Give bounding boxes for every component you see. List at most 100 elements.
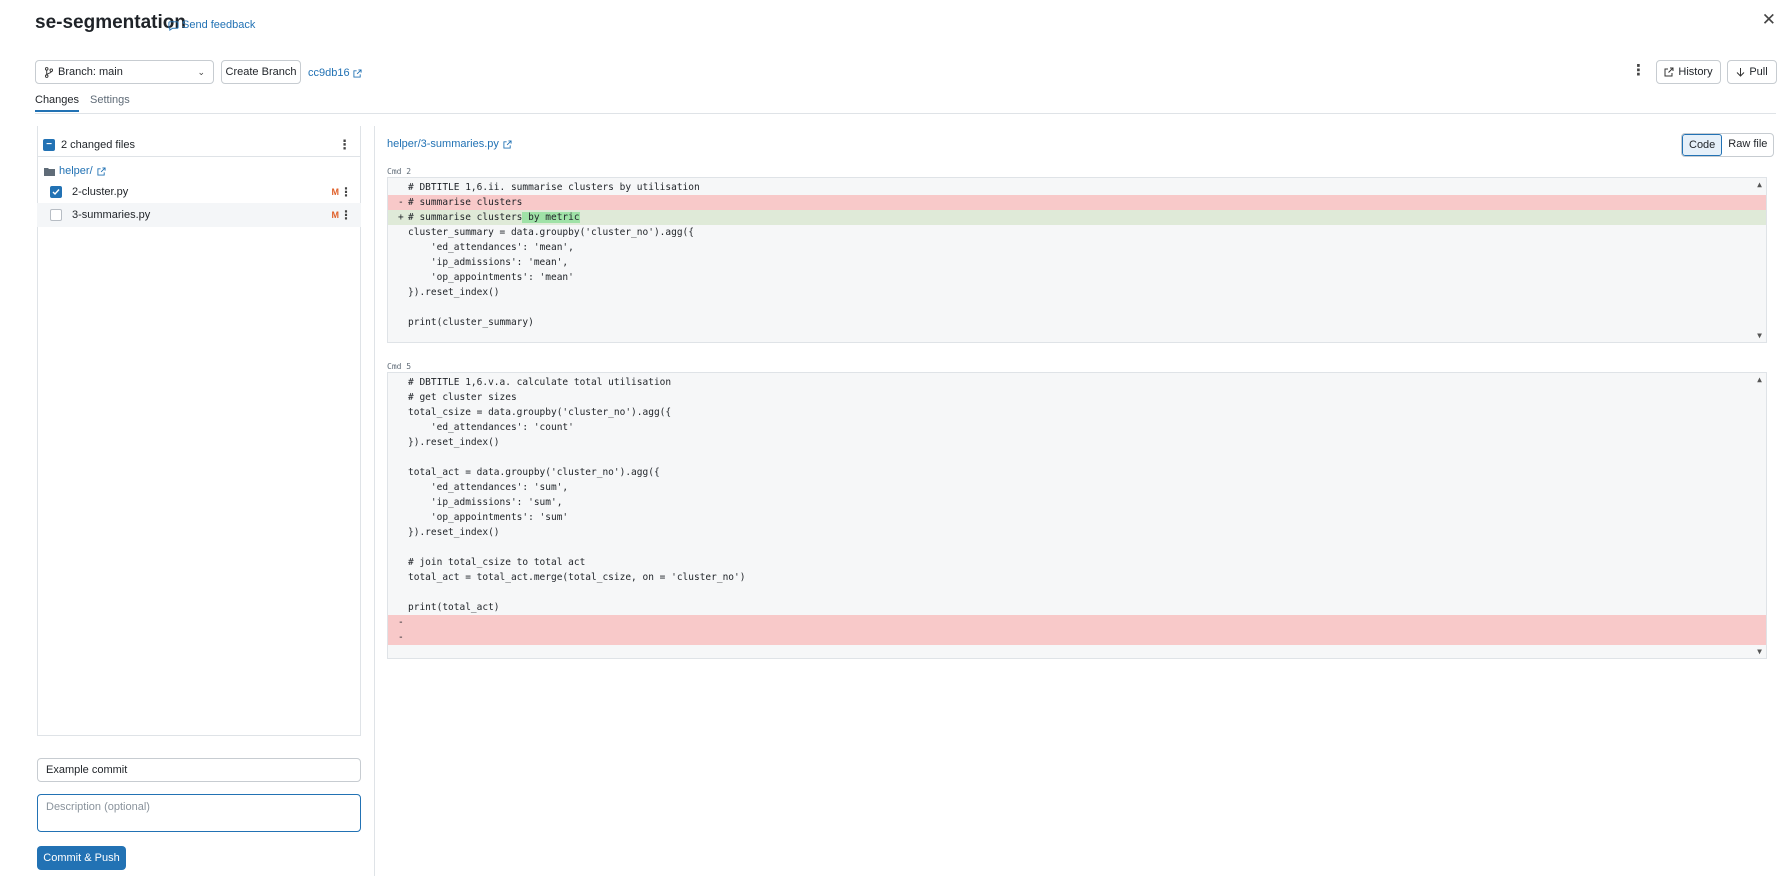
code-line: - [388,615,1766,630]
code-line: + # summarise clusters by metric [388,210,1766,225]
branch-select[interactable]: Branch: main ⌄ [35,60,214,84]
code-text: # summarise clusters [408,197,523,208]
external-link-icon [97,166,106,176]
external-link-icon [503,139,512,149]
pull-button[interactable]: Pull [1727,60,1777,84]
code-text: # get cluster sizes [408,392,517,403]
more-options-icon[interactable]: ⋮ [338,138,351,151]
git-branch-icon [44,66,54,78]
code-line: # join total_csize to total act [388,555,1766,570]
code-text: total_act = total_act.merge(total_csize,… [408,572,746,583]
panel-divider [374,126,375,876]
commit-push-button[interactable]: Commit & Push [37,846,126,870]
code-line: total_act = total_act.merge(total_csize,… [388,570,1766,585]
scroll-down-icon[interactable]: ▼ [1757,647,1762,656]
code-line: total_act = data.groupby('cluster_no').a… [388,465,1766,480]
code-line: - # summarise clusters [388,195,1766,210]
addition-marker: + [398,212,404,223]
view-mode-code[interactable]: Code [1682,134,1723,156]
code-text: print(cluster_summary) [408,317,534,328]
commit-hash-label: cc9db16 [308,67,350,79]
speech-bubble-icon [168,20,179,31]
folder-icon [44,167,55,176]
diff-cell: # DBTITLE 1,6.v.a. calculate total utili… [387,372,1767,659]
checkmark-icon [52,189,60,196]
diff-file-path-link[interactable]: helper/3-summaries.py [387,138,512,150]
history-button[interactable]: History [1656,60,1721,84]
create-branch-button[interactable]: Create Branch [221,60,301,84]
code-line: cluster_summary = data.groupby('cluster_… [388,225,1766,240]
code-text: 'op_appointments': 'sum' [408,512,569,523]
code-line: }).reset_index() [388,435,1766,450]
file-name: 2-cluster.py [72,186,129,198]
code-line: print(total_act) [388,600,1766,615]
file-name: 3-summaries.py [72,209,151,221]
file-row-3-summaries[interactable]: 3-summaries.py M ⋮ [37,203,361,227]
code-text: 'ed_attendances': 'count' [408,422,574,433]
external-link-icon [1664,67,1674,77]
view-mode-raw-file[interactable]: Raw file [1722,134,1773,156]
code-text: }).reset_index() [408,437,500,448]
arrow-down-icon [1736,68,1745,77]
file-row-2-cluster[interactable]: 2-cluster.py M ⋮ [37,180,361,204]
send-feedback-link[interactable]: Send feedback [168,19,255,31]
scroll-up-icon[interactable]: ▲ [1757,375,1762,384]
commit-message-input[interactable] [37,758,361,782]
folder-label: helper/ [59,165,93,177]
tab-bar: Changes Settings [35,94,130,112]
code-text: # summarise clusters [408,212,523,223]
code-text: # DBTITLE 1,6.ii. summarise clusters by … [408,182,700,193]
commit-description-input[interactable] [37,794,361,832]
repo-title: se-segmentation [35,12,186,33]
external-link-icon [353,68,362,78]
file-options-icon[interactable]: ⋮ [340,209,352,221]
code-text: cluster_summary = data.groupby('cluster_… [408,227,694,238]
added-text-highlight: by metric [522,212,580,223]
pull-label: Pull [1749,66,1768,78]
code-text: 'ed_attendances': 'mean', [408,242,574,253]
file-checkbox[interactable] [50,209,62,221]
deletion-marker: - [398,632,404,643]
changed-files-count: 2 changed files [61,139,135,151]
view-mode-toggle: Code Raw file [1681,133,1775,157]
file-checkbox[interactable] [50,186,62,198]
code-line: 'ip_admissions': 'sum', [388,495,1766,510]
deletion-marker: - [398,617,404,628]
code-line: 'op_appointments': 'sum' [388,510,1766,525]
code-line: total_csize = data.groupby('cluster_no')… [388,405,1766,420]
send-feedback-label: Send feedback [182,19,256,31]
diff-cell: # DBTITLE 1,6.ii. summarise clusters by … [387,177,1767,343]
chevron-down-icon: ⌄ [197,66,205,77]
code-text: }).reset_index() [408,287,500,298]
tabs-divider [35,113,1776,114]
file-options-icon[interactable]: ⋮ [340,186,352,198]
code-text: 'ip_admissions': 'sum', [408,497,563,508]
code-line: # DBTITLE 1,6.v.a. calculate total utili… [388,375,1766,390]
code-line: 'op_appointments': 'mean' [388,270,1766,285]
scroll-down-icon[interactable]: ▼ [1757,331,1762,340]
folder-helper[interactable]: helper/ [44,165,106,177]
code-line: 'ip_admissions': 'mean', [388,255,1766,270]
changed-files-header: − 2 changed files ⋮ [37,133,361,157]
code-text: total_csize = data.groupby('cluster_no')… [408,407,672,418]
code-line: - [388,630,1766,645]
code-text: 'ed_attendances': 'sum', [408,482,569,493]
scroll-up-icon[interactable]: ▲ [1757,180,1762,189]
code-text: 'op_appointments': 'mean' [408,272,574,283]
tab-changes[interactable]: Changes [35,94,80,112]
code-line: # DBTITLE 1,6.ii. summarise clusters by … [388,180,1766,195]
select-all-checkbox[interactable]: − [43,139,55,151]
code-text: print(total_act) [408,602,500,613]
code-line: 'ed_attendances': 'mean', [388,240,1766,255]
code-line: 'ed_attendances': 'count' [388,420,1766,435]
more-options-icon[interactable]: ⋮ [1631,63,1646,78]
close-icon[interactable]: ✕ [1762,10,1776,30]
commit-hash-link[interactable]: cc9db16 [308,67,362,79]
tab-settings[interactable]: Settings [90,94,130,112]
modified-badge: M [331,210,340,220]
